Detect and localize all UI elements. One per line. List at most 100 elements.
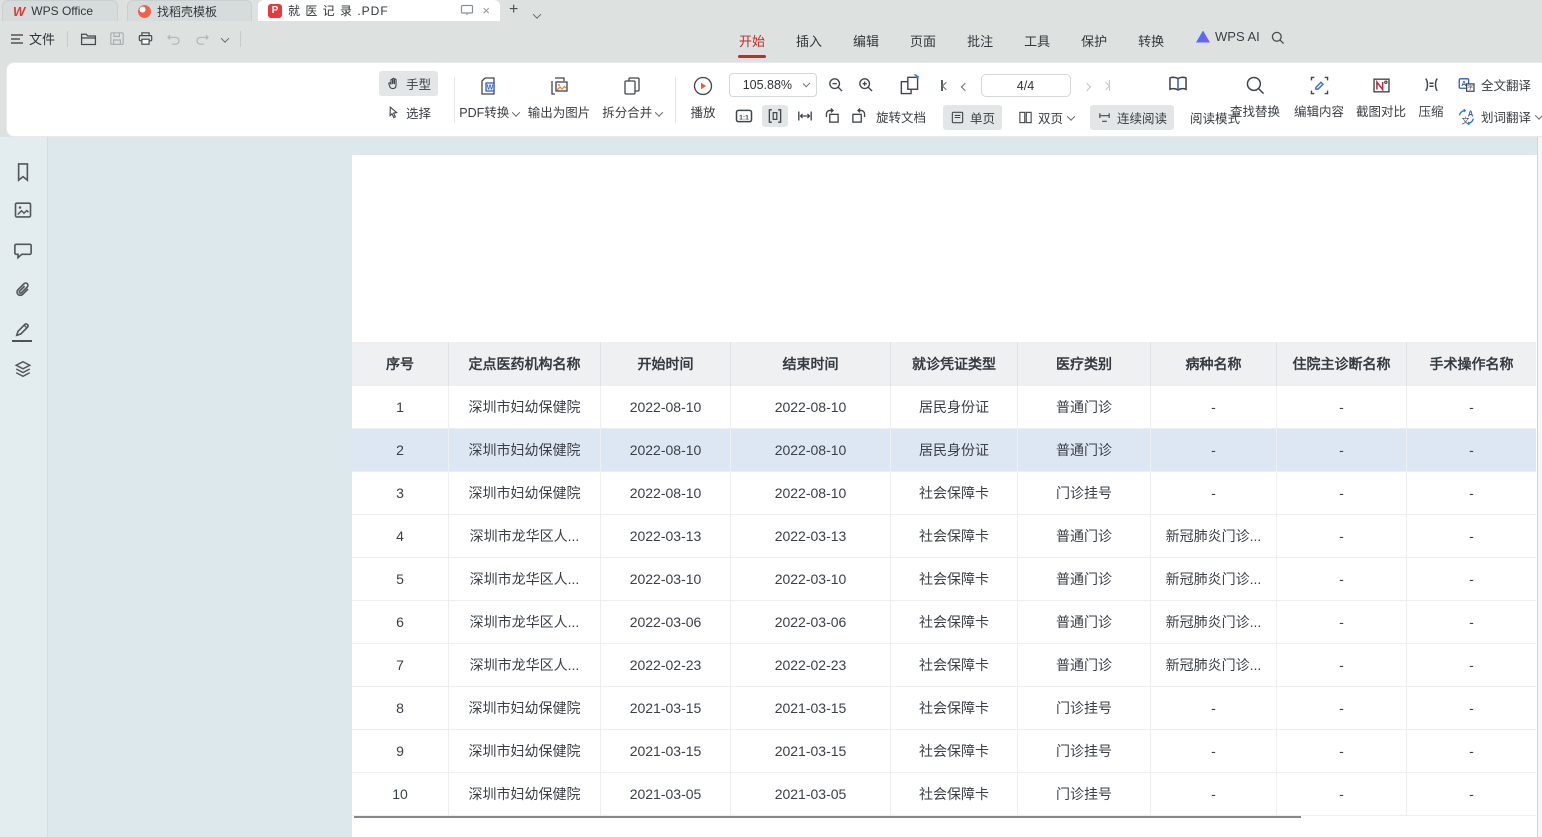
actual-size-icon[interactable]: 1:1 xyxy=(733,106,755,126)
menu-protect[interactable]: 保护 xyxy=(1080,27,1108,54)
zoom-level-input[interactable] xyxy=(737,78,798,92)
table-cell: 门诊挂号 xyxy=(1018,472,1151,514)
svg-text:A: A xyxy=(1461,80,1466,88)
document-workspace: 序号定点医药机构名称开始时间结束时间就诊凭证类型医疗类别病种名称住院主诊断名称手… xyxy=(0,137,1542,837)
next-page-button[interactable] xyxy=(1084,77,1090,95)
fit-page-button[interactable] xyxy=(762,105,788,127)
menu-comment[interactable]: 批注 xyxy=(966,27,994,54)
table-cell: - xyxy=(1277,687,1407,729)
export-image-button[interactable]: 输出为图片 xyxy=(525,74,593,121)
thumbnail-icon[interactable] xyxy=(13,200,33,220)
rotate-right-icon[interactable] xyxy=(849,106,869,126)
bookmark-icon[interactable] xyxy=(13,161,33,183)
pdf-page: 序号定点医药机构名称开始时间结束时间就诊凭证类型医疗类别病种名称住院主诊断名称手… xyxy=(352,155,1537,837)
ribbon-toolbar: 手型 选择 W PDF转换 输出为图片 xyxy=(6,62,1542,137)
first-page-button[interactable] xyxy=(941,80,949,91)
table-cell: 门诊挂号 xyxy=(1018,730,1151,772)
continuous-read-button[interactable]: 连续阅读 xyxy=(1090,105,1174,130)
table-header-row: 序号定点医药机构名称开始时间结束时间就诊凭证类型医疗类别病种名称住院主诊断名称手… xyxy=(352,342,1536,386)
full-translate-button[interactable]: A 字 全文翻译 xyxy=(1457,75,1531,94)
table-cell: - xyxy=(1151,429,1277,471)
table-cell: - xyxy=(1151,773,1277,815)
compress-button[interactable]: 压缩 xyxy=(1411,74,1451,120)
menu-tools[interactable]: 工具 xyxy=(1023,27,1051,54)
table-cell: 社会保障卡 xyxy=(891,773,1018,815)
tab-docer-templates[interactable]: 找稻壳模板 xyxy=(127,0,252,21)
zoom-level-select[interactable] xyxy=(729,73,817,97)
menu-home[interactable]: 开始 xyxy=(738,27,766,54)
layers-icon[interactable] xyxy=(13,359,33,379)
menu-page[interactable]: 页面 xyxy=(909,27,937,54)
edit-content-button[interactable]: 编辑内容 xyxy=(1289,74,1349,120)
attachment-icon[interactable] xyxy=(13,280,33,300)
table-cell: 社会保障卡 xyxy=(891,601,1018,643)
comment-icon[interactable] xyxy=(13,241,33,260)
table-cell: 3 xyxy=(352,472,449,514)
table-cell: - xyxy=(1407,429,1536,471)
undo-icon[interactable] xyxy=(166,32,182,46)
wps-ai-button[interactable]: WPS AI xyxy=(1196,29,1260,44)
table-cell: 2022-08-10 xyxy=(601,429,731,471)
single-page-button[interactable]: 单页 xyxy=(943,105,1002,130)
play-button[interactable]: 播放 xyxy=(681,74,725,121)
prev-page-button[interactable] xyxy=(962,77,968,95)
table-cell: 新冠肺炎门诊... xyxy=(1151,644,1277,686)
menu-insert[interactable]: 插入 xyxy=(795,27,823,54)
table-cell: 2021-03-15 xyxy=(731,687,891,729)
column-header: 医疗类别 xyxy=(1018,342,1151,386)
zoom-in-icon[interactable] xyxy=(857,76,875,94)
find-replace-button[interactable]: 查找替换 xyxy=(1225,74,1285,120)
tab-document-pdf[interactable]: P 就 医 记 录 .PDF × xyxy=(258,0,500,21)
zoom-out-icon[interactable] xyxy=(827,76,845,94)
rotate-doc-label[interactable]: 旋转文档 xyxy=(876,107,926,126)
split-merge-button[interactable]: 拆分合并 xyxy=(597,74,667,121)
split-merge-label: 拆分合并 xyxy=(602,106,652,120)
save-icon[interactable] xyxy=(109,31,125,46)
double-page-label: 双页 xyxy=(1038,108,1063,127)
screenshot-compare-button[interactable]: 截图对比 xyxy=(1351,74,1411,120)
redo-icon[interactable] xyxy=(194,32,210,46)
table-row: 2深圳市妇幼保健院2022-08-102022-08-10居民身份证普通门诊--… xyxy=(352,429,1536,472)
medical-records-table: 序号定点医药机构名称开始时间结束时间就诊凭证类型医疗类别病种名称住院主诊断名称手… xyxy=(352,342,1536,816)
open-file-icon[interactable] xyxy=(80,31,97,46)
double-page-button[interactable]: 双页 xyxy=(1011,105,1081,130)
table-body: 1深圳市妇幼保健院2022-08-102022-08-10居民身份证普通门诊--… xyxy=(352,386,1536,816)
search-icon[interactable] xyxy=(1270,30,1286,46)
tab-wps-office[interactable]: W WPS Office xyxy=(2,0,118,21)
table-cell: 社会保障卡 xyxy=(891,687,1018,729)
undo-redo-chevron-icon[interactable] xyxy=(222,30,228,48)
screen-share-icon[interactable] xyxy=(460,4,474,17)
svg-text:1:1: 1:1 xyxy=(739,114,749,121)
swap-pages-icon[interactable] xyxy=(897,73,923,99)
menu-convert[interactable]: 转换 xyxy=(1137,27,1165,54)
table-cell: 新冠肺炎门诊... xyxy=(1151,515,1277,557)
new-tab-button[interactable]: + xyxy=(509,1,518,19)
signature-pen-icon[interactable] xyxy=(13,319,33,339)
page-indicator-input[interactable] xyxy=(982,79,1070,93)
file-menu-button[interactable]: 文件 xyxy=(10,29,55,48)
table-cell: - xyxy=(1277,472,1407,514)
table-cell: 2021-03-05 xyxy=(731,773,891,815)
close-tab-icon[interactable]: × xyxy=(482,4,490,17)
pdf-convert-button[interactable]: W PDF转换 xyxy=(457,74,521,121)
wps-ai-label: WPS AI xyxy=(1215,29,1260,44)
hand-tool-button[interactable]: 手型 xyxy=(379,71,438,96)
select-tool-button[interactable]: 选择 xyxy=(379,100,438,125)
word-translate-button[interactable]: 文 A 划词翻译 xyxy=(1457,107,1542,126)
table-cell: - xyxy=(1407,644,1536,686)
print-icon[interactable] xyxy=(137,31,154,46)
rotate-left-icon[interactable] xyxy=(822,106,842,126)
vertical-scrollbar[interactable] xyxy=(1537,137,1542,837)
last-page-button[interactable] xyxy=(1103,80,1111,91)
table-cell: - xyxy=(1407,773,1536,815)
page-indicator-box[interactable] xyxy=(981,74,1071,97)
export-image-icon xyxy=(547,74,571,98)
full-translate-label: 全文翻译 xyxy=(1481,75,1531,94)
read-mode-icon[interactable] xyxy=(1165,73,1191,97)
table-cell: 社会保障卡 xyxy=(891,558,1018,600)
menu-edit[interactable]: 编辑 xyxy=(852,27,880,54)
table-cell: 社会保障卡 xyxy=(891,515,1018,557)
find-replace-label: 查找替换 xyxy=(1230,101,1280,120)
table-cell: - xyxy=(1277,515,1407,557)
fit-width-icon[interactable] xyxy=(795,107,815,125)
